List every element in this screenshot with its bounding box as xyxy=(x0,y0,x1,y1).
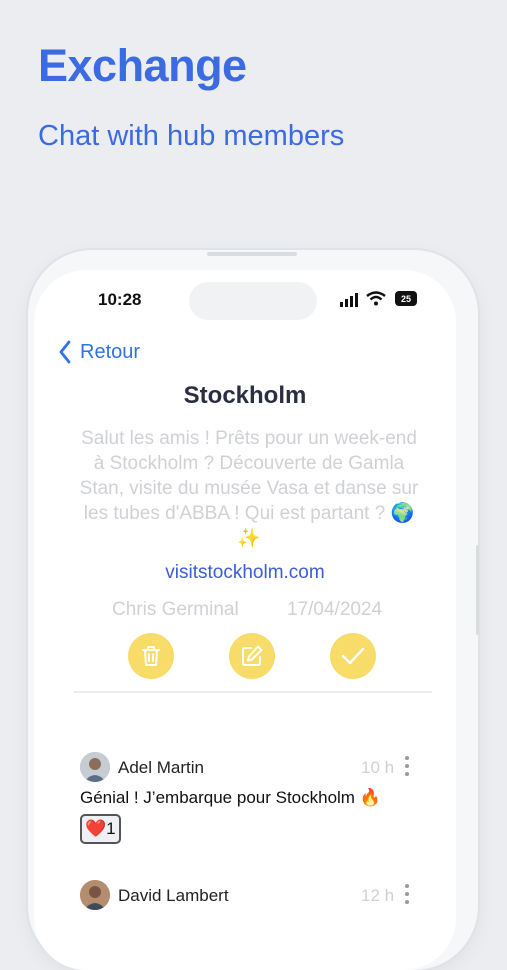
topic-body: Salut les amis ! Prêts pour un week-end … xyxy=(79,428,419,549)
divider xyxy=(74,691,432,693)
more-options-icon[interactable] xyxy=(402,756,412,782)
reaction-count: 1 xyxy=(106,819,116,838)
topic-title: Stockholm xyxy=(183,382,307,409)
comment-time: 12 h xyxy=(361,886,395,905)
trash-icon xyxy=(142,646,160,666)
comment-time: 10 h xyxy=(361,758,395,777)
hero-subtitle: Chat with hub members xyxy=(38,120,345,152)
edit-button[interactable] xyxy=(229,633,275,679)
status-time: 10:28 xyxy=(98,290,142,309)
topic-author: Chris Germinal xyxy=(112,599,239,620)
check-icon xyxy=(341,647,365,665)
hero-title: Exchange xyxy=(38,40,247,91)
avatar xyxy=(80,880,110,910)
comment-author: David Lambert xyxy=(118,886,229,905)
reaction-badge[interactable]: ❤️ 1 xyxy=(80,814,121,844)
status-icons: 25 xyxy=(340,291,430,307)
heart-icon: ❤️ xyxy=(85,819,107,838)
avatar-photo-icon xyxy=(80,752,110,782)
delete-button[interactable] xyxy=(128,633,174,679)
comment-text: Génial ! J’embarque pour Stockholm 🔥 xyxy=(80,788,381,807)
battery-level: 25 xyxy=(400,293,411,304)
validate-button[interactable] xyxy=(330,633,376,679)
edit-icon xyxy=(242,645,263,666)
dynamic-island xyxy=(189,282,317,320)
back-label: Retour xyxy=(80,340,141,363)
topic-date: 17/04/2024 xyxy=(287,599,383,620)
signal-icon xyxy=(340,293,358,307)
topic-link[interactable]: visitstockholm.com xyxy=(34,562,456,584)
chevron-left-icon xyxy=(59,340,71,364)
wifi-icon xyxy=(366,291,386,306)
phone-top-button xyxy=(207,252,297,256)
avatar-photo-icon xyxy=(80,880,110,910)
phone-screen: 10:28 25 Retour Stockholm Salut les amis… xyxy=(34,270,456,970)
more-options-icon[interactable] xyxy=(402,884,412,910)
phone-side-button xyxy=(476,545,479,635)
back-button[interactable]: Retour xyxy=(58,340,140,364)
battery-icon: 25 xyxy=(395,291,417,306)
comment-author: Adel Martin xyxy=(118,758,204,777)
avatar xyxy=(80,752,110,782)
